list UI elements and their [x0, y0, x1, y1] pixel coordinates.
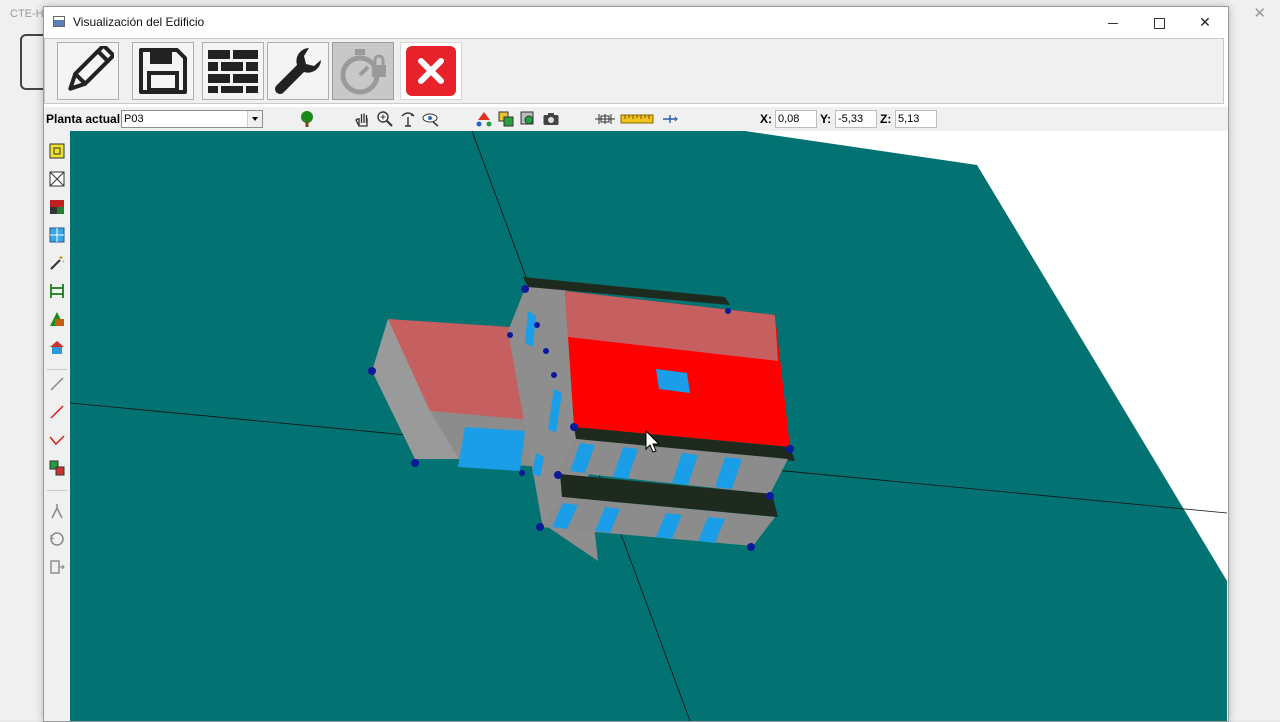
- vertex-marker: [521, 285, 529, 293]
- vertex-marker: [766, 492, 774, 500]
- red-line-icon[interactable]: [49, 404, 65, 420]
- vertex-marker: [543, 348, 549, 354]
- vertex-marker: [536, 523, 544, 531]
- west-block-window: [458, 427, 525, 471]
- brick-wall-icon: [208, 50, 258, 93]
- building-viewer-window: Visualización del Edificio ✕ Planta actu…: [43, 6, 1229, 722]
- app-icon: [53, 16, 65, 27]
- title-bar: Visualización del Edificio ✕: [44, 7, 1228, 38]
- window-title: Visualización del Edificio: [73, 15, 205, 29]
- vertex-marker: [507, 332, 513, 338]
- z-coord-label: Z:: [880, 112, 892, 126]
- zoom-in-icon[interactable]: [376, 110, 394, 128]
- tools-button[interactable]: [267, 42, 329, 100]
- vertex-marker: [570, 423, 578, 431]
- planta-actual-label: Planta actual: [46, 112, 121, 126]
- pencil-icon: [68, 46, 114, 91]
- wrench-icon: [275, 48, 321, 95]
- grid-dimensions-icon[interactable]: [593, 110, 617, 128]
- vertex-marker: [534, 322, 540, 328]
- floppy-disk-icon: [139, 48, 187, 94]
- vertex-marker: [554, 471, 562, 479]
- z-coord-field[interactable]: 5,13: [895, 110, 937, 128]
- chevron-down-icon[interactable]: [247, 111, 262, 127]
- building-3d-scene: [70, 131, 1227, 721]
- planta-select[interactable]: P03: [121, 110, 263, 128]
- ruler-icon[interactable]: [620, 110, 654, 128]
- x-coord-label: X:: [760, 112, 772, 126]
- x-coord-field[interactable]: 0,08: [775, 110, 817, 128]
- minimize-button[interactable]: [1090, 7, 1136, 38]
- secondary-toolbar: Planta actual P03 X: 0,08 Y: -5,33 Z: 5,…: [44, 107, 1228, 131]
- close-viewer-button[interactable]: [400, 42, 462, 100]
- select-face-icon[interactable]: [49, 143, 65, 159]
- maximize-button[interactable]: [1136, 7, 1182, 38]
- background-app-title: CTE-H: [10, 8, 44, 20]
- object-view-icon[interactable]: [519, 110, 537, 128]
- red-x-icon: [406, 46, 456, 96]
- main-toolbar: [44, 38, 1224, 104]
- magic-wand-icon[interactable]: [49, 255, 65, 271]
- vertex-marker: [551, 372, 557, 378]
- calculate-button[interactable]: [332, 42, 394, 100]
- vertex-marker: [725, 308, 731, 314]
- y-coord-label: Y:: [820, 112, 832, 126]
- compass-icon[interactable]: [49, 503, 65, 519]
- vertex-marker: [786, 445, 794, 453]
- camera-icon[interactable]: [542, 110, 560, 128]
- stopwatch-icon: [340, 49, 386, 95]
- layers-icon[interactable]: [497, 110, 515, 128]
- save-button[interactable]: [132, 42, 194, 100]
- background-sky: [745, 131, 1227, 581]
- vertex-marker: [747, 543, 755, 551]
- edit-button[interactable]: [57, 42, 119, 100]
- window-icon[interactable]: [49, 227, 65, 243]
- select-all-icon[interactable]: [49, 171, 65, 187]
- background-close-icon[interactable]: ✕: [1253, 4, 1266, 22]
- pan-hand-icon[interactable]: [354, 110, 372, 128]
- rotate-icon[interactable]: [49, 531, 65, 547]
- maximize-icon: [1153, 17, 1165, 29]
- vertex-colors-icon[interactable]: [475, 110, 493, 128]
- left-toolbar: [44, 131, 71, 721]
- materials-button[interactable]: [202, 42, 264, 100]
- toolbar-separator: [47, 369, 67, 370]
- floor-icon[interactable]: [49, 283, 65, 299]
- close-window-button[interactable]: ✕: [1182, 7, 1228, 38]
- shade-icon[interactable]: [49, 311, 65, 327]
- vertex-marker: [519, 470, 525, 476]
- minimize-icon: [1108, 22, 1118, 24]
- vertex-marker: [368, 367, 376, 375]
- mirror-icon[interactable]: [49, 559, 65, 575]
- wall-material-icon[interactable]: [49, 199, 65, 215]
- polyline-icon[interactable]: [49, 432, 65, 448]
- vertex-marker: [411, 459, 419, 467]
- tree-icon[interactable]: [298, 110, 316, 128]
- copy-icon[interactable]: [49, 460, 65, 476]
- planta-select-value: P03: [124, 113, 144, 125]
- 3d-viewport[interactable]: [70, 131, 1227, 721]
- line-icon[interactable]: [49, 376, 65, 392]
- y-coord-field[interactable]: -5,33: [835, 110, 877, 128]
- toolbar-separator: [47, 490, 67, 491]
- roof-icon[interactable]: [49, 339, 65, 355]
- rotate-view-icon[interactable]: [399, 110, 417, 128]
- axis-icon[interactable]: [661, 110, 679, 128]
- eye-view-icon[interactable]: [422, 110, 440, 128]
